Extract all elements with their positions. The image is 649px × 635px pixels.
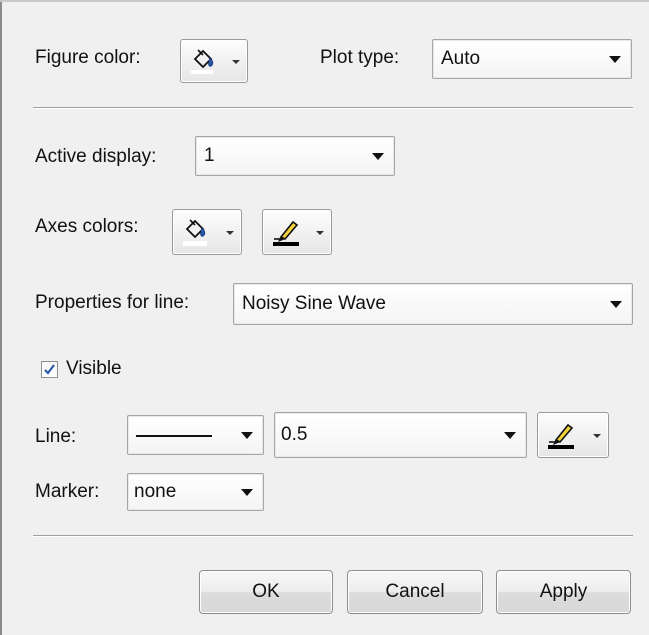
- chevron-down-icon: [226, 231, 234, 235]
- marker-value: none: [134, 481, 177, 502]
- separator: [33, 535, 633, 537]
- active-display-value: 1: [204, 145, 215, 166]
- chevron-down-icon: [241, 489, 253, 496]
- line-width-select[interactable]: 0.5: [274, 412, 527, 458]
- chevron-down-icon: [241, 432, 253, 439]
- plot-type-label: Plot type:: [320, 47, 400, 68]
- chevron-down-icon: [609, 56, 621, 63]
- axes-fill-color-button[interactable]: [172, 209, 242, 255]
- marker-select[interactable]: none: [127, 473, 264, 511]
- chevron-down-icon: [372, 153, 384, 160]
- chevron-down-icon: [610, 301, 622, 308]
- cancel-button[interactable]: Cancel: [347, 570, 483, 614]
- properties-for-line-select[interactable]: Noisy Sine Wave: [233, 283, 633, 325]
- line-color-button[interactable]: [537, 412, 609, 458]
- figure-color-label: Figure color:: [35, 47, 141, 68]
- chevron-down-icon: [316, 231, 324, 235]
- axes-line-color-button[interactable]: [262, 209, 332, 255]
- marker-label: Marker:: [35, 481, 100, 502]
- active-display-select[interactable]: 1: [195, 136, 395, 176]
- chevron-down-icon: [232, 60, 240, 64]
- plot-type-select[interactable]: Auto: [432, 39, 632, 79]
- window-top-border: [0, 0, 649, 2]
- window-left-border: [0, 0, 2, 635]
- line-width-value: 0.5: [281, 424, 308, 445]
- active-display-label: Active display:: [35, 146, 157, 167]
- plot-type-value: Auto: [441, 48, 481, 69]
- separator: [33, 107, 633, 109]
- ok-button[interactable]: OK: [199, 570, 333, 614]
- figure-color-button[interactable]: [180, 39, 248, 83]
- line-style-select[interactable]: [127, 415, 264, 455]
- apply-button[interactable]: Apply: [496, 570, 631, 614]
- axes-colors-label: Axes colors:: [35, 216, 139, 237]
- solid-line-swatch: [136, 435, 212, 437]
- properties-for-line-label: Properties for line:: [35, 292, 190, 313]
- visible-label: Visible: [66, 358, 122, 379]
- properties-for-line-value: Noisy Sine Wave: [242, 293, 386, 314]
- line-label: Line:: [35, 426, 77, 447]
- visible-checkbox[interactable]: [41, 361, 58, 378]
- chevron-down-icon: [593, 434, 601, 438]
- chevron-down-icon: [504, 432, 516, 439]
- checkmark-icon: [44, 364, 55, 375]
